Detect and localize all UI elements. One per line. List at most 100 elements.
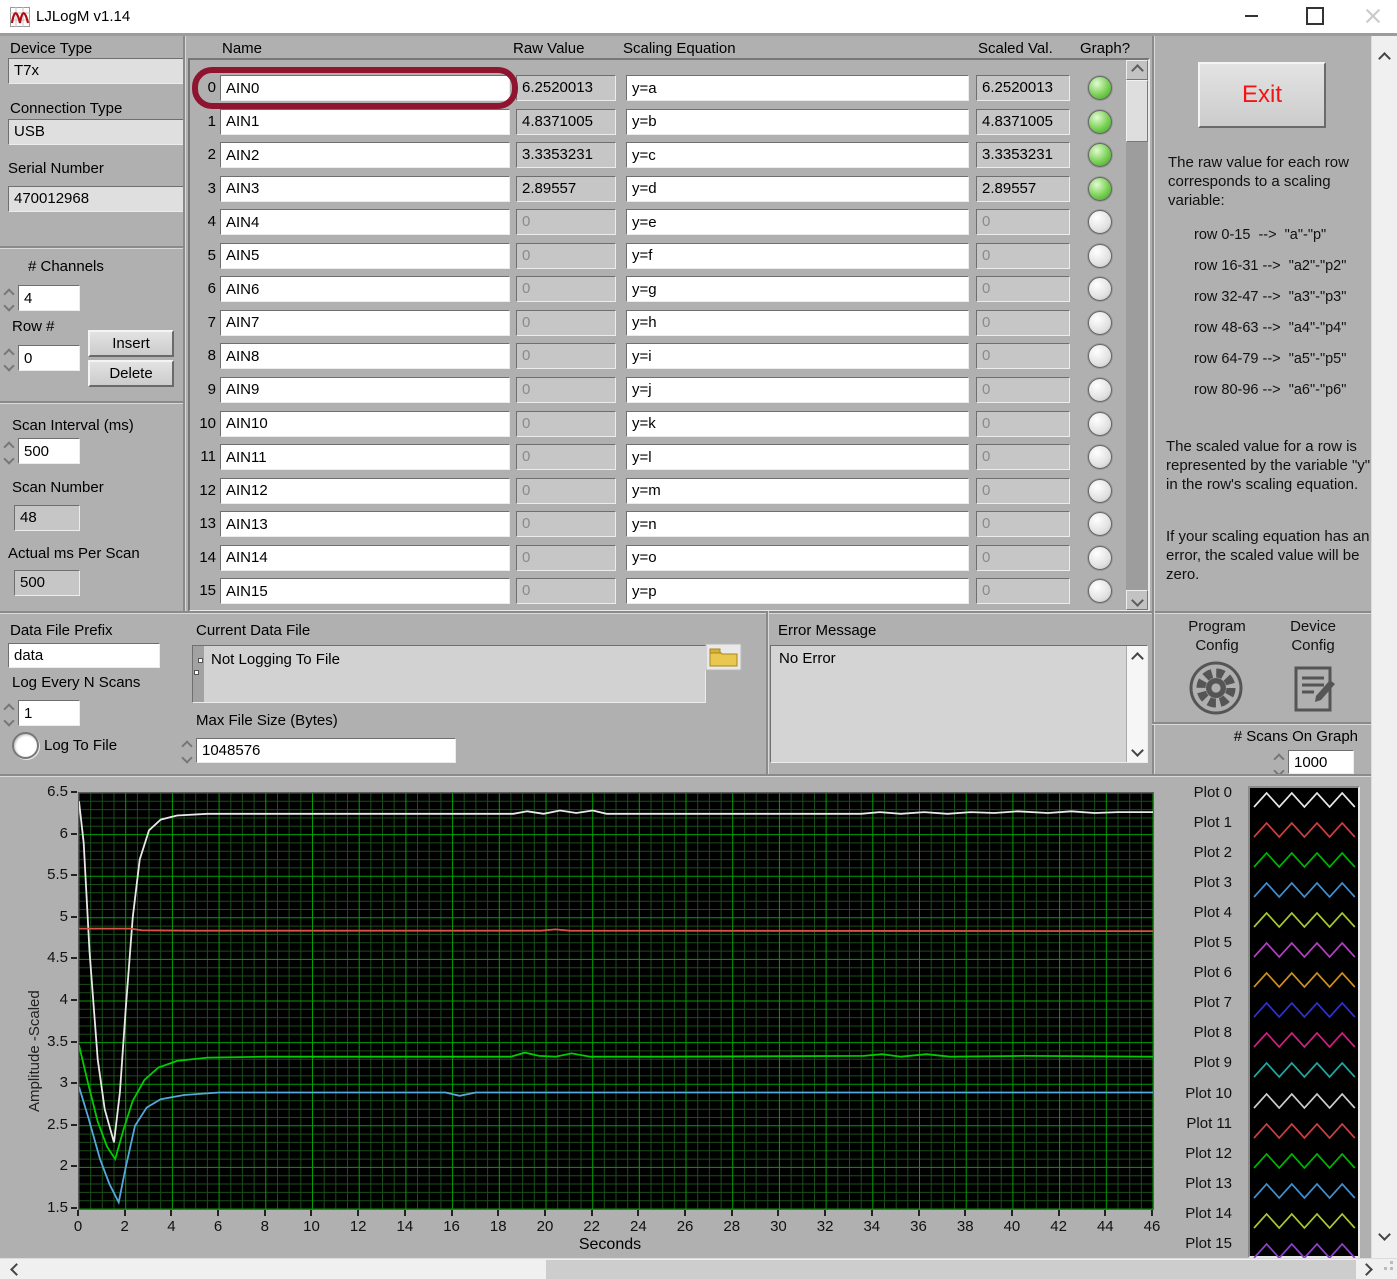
graph-led[interactable] [1088,579,1112,603]
row-number-input[interactable] [18,345,80,371]
scaling-equation-input[interactable] [626,142,969,168]
scaling-equation-input[interactable] [626,478,969,504]
plot-line-sample[interactable] [1252,1150,1358,1177]
channel-name-input[interactable] [220,142,510,168]
plot-legend-label[interactable]: Plot 0 [1166,784,1232,801]
browse-folder-icon[interactable] [705,643,742,671]
scans-on-graph-stepper[interactable] [1273,755,1285,775]
plot-line-sample[interactable] [1252,1210,1358,1237]
num-channels-stepper[interactable] [3,290,15,310]
plot-legend-label[interactable]: Plot 5 [1166,934,1232,951]
table-scroll-thumb[interactable] [1126,80,1148,142]
scaling-equation-input[interactable] [626,109,969,135]
num-channels-input[interactable] [18,285,80,311]
scaling-equation-input[interactable] [626,545,969,571]
plot-legend-label[interactable]: Plot 3 [1166,874,1232,891]
exit-button[interactable]: Exit [1198,62,1326,128]
graph-led[interactable] [1088,177,1112,201]
graph-led[interactable] [1088,143,1112,167]
plot-line-sample[interactable] [1252,1180,1358,1207]
scaling-equation-input[interactable] [626,209,969,235]
channel-name-input[interactable] [220,343,510,369]
plot-legend-label[interactable]: Plot 6 [1166,964,1232,981]
plot-legend-label[interactable]: Plot 8 [1166,1024,1232,1041]
delete-button[interactable]: Delete [88,360,174,387]
graph-led[interactable] [1088,210,1112,234]
plot-legend-label[interactable]: Plot 4 [1166,904,1232,921]
graph-led[interactable] [1088,244,1112,268]
channel-name-input[interactable] [220,411,510,437]
scaling-equation-input[interactable] [626,176,969,202]
plot-legend-label[interactable]: Plot 7 [1166,994,1232,1011]
channel-name-input[interactable] [220,377,510,403]
scan-interval-input[interactable] [18,438,80,464]
scroll-right-icon[interactable] [1356,1259,1376,1279]
graph-led[interactable] [1088,110,1112,134]
plot-legend-label[interactable]: Plot 9 [1166,1054,1232,1071]
graph-led[interactable] [1088,445,1112,469]
plot-legend-label[interactable]: Plot 11 [1166,1115,1232,1132]
graph-led[interactable] [1088,412,1112,436]
channel-name-input[interactable] [220,243,510,269]
row-number-stepper[interactable] [3,350,15,370]
plot-line-sample[interactable] [1252,999,1358,1026]
device-type-value[interactable]: T7x [8,58,184,84]
scroll-up-icon[interactable] [1374,48,1394,68]
scroll-down-icon[interactable] [1374,1224,1394,1244]
plot-legend-label[interactable]: Plot 15 [1166,1235,1232,1252]
horizontal-scrollbar[interactable] [0,1258,1397,1279]
log-every-n-input[interactable] [18,700,80,726]
channel-name-input[interactable] [220,545,510,571]
plot-line-sample[interactable] [1252,789,1358,816]
graph-led[interactable] [1088,546,1112,570]
graph-led[interactable] [1088,311,1112,335]
plot-legend-label[interactable]: Plot 13 [1166,1175,1232,1192]
channel-name-input[interactable] [220,176,510,202]
data-file-prefix-input[interactable] [8,643,160,668]
scroll-up-icon[interactable] [1127,648,1147,668]
plot-line-sample[interactable] [1252,969,1358,996]
channel-name-input[interactable] [220,578,510,604]
horizontal-scroll-thumb[interactable] [546,1260,1356,1279]
scroll-left-icon[interactable] [6,1259,26,1279]
scroll-down-icon[interactable] [1127,740,1147,760]
scaling-equation-input[interactable] [626,310,969,336]
graph-led[interactable] [1088,512,1112,536]
channel-name-input[interactable] [220,109,510,135]
close-button[interactable] [1350,0,1396,32]
channel-name-input[interactable] [220,310,510,336]
plot-legend-label[interactable]: Plot 1 [1166,814,1232,831]
scans-on-graph-input[interactable] [1288,750,1354,774]
plot-line-sample[interactable] [1252,819,1358,846]
scaling-equation-input[interactable] [626,578,969,604]
plot-legend-label[interactable]: Plot 14 [1166,1205,1232,1222]
plot-line-sample[interactable] [1252,849,1358,876]
channel-name-input[interactable] [220,444,510,470]
insert-button[interactable]: Insert [88,330,174,357]
log-every-n-stepper[interactable] [3,705,15,725]
channel-name-input[interactable] [220,75,510,101]
error-scrollbar[interactable] [1126,646,1147,762]
scaling-equation-input[interactable] [626,75,969,101]
channel-name-input[interactable] [220,276,510,302]
channel-name-input[interactable] [220,511,510,537]
device-config-icon[interactable] [1288,662,1340,714]
max-file-size-stepper[interactable] [181,742,193,762]
graph-led[interactable] [1088,76,1112,100]
program-config-gear-icon[interactable] [1188,660,1244,716]
plot-line-sample[interactable] [1252,909,1358,936]
plot-line-sample[interactable] [1252,1059,1358,1086]
drag-handle[interactable] [193,646,204,702]
scaling-equation-input[interactable] [626,377,969,403]
channel-name-input[interactable] [220,209,510,235]
scaling-equation-input[interactable] [626,243,969,269]
scaling-equation-input[interactable] [626,276,969,302]
plot-line-sample[interactable] [1252,879,1358,906]
channel-name-input[interactable] [220,478,510,504]
scroll-down-icon[interactable] [1126,590,1148,610]
max-file-size-input[interactable] [196,738,456,763]
plot-line-sample[interactable] [1252,939,1358,966]
maximize-button[interactable] [1292,0,1338,32]
graph-led[interactable] [1088,378,1112,402]
scan-interval-stepper[interactable] [3,443,15,463]
